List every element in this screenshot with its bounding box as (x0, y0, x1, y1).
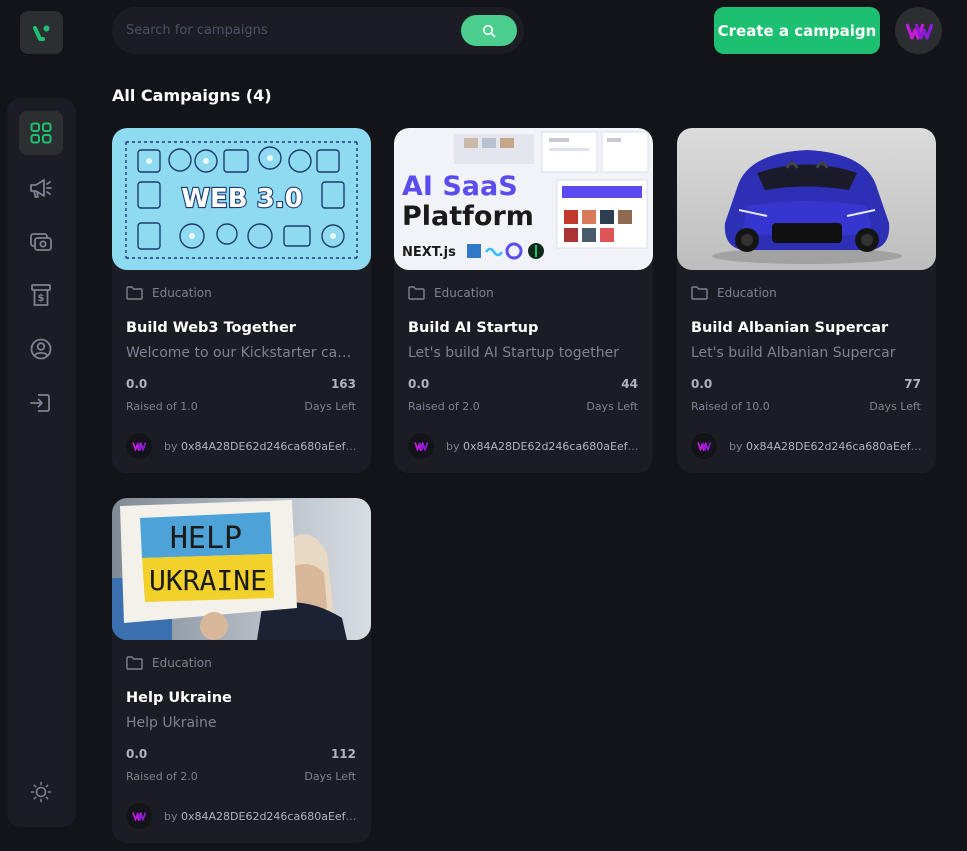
dashboard-icon (30, 122, 52, 144)
campaign-image: HELP UKRAINE (112, 498, 371, 640)
owner-address: by 0x84A28DE62d246ca680aEef0bE… (164, 439, 362, 453)
days-left-value: 77 (904, 377, 921, 391)
card-title: Build Web3 Together (126, 320, 296, 336)
raised-amount: 0.0 (126, 747, 148, 761)
raised-label: Raised of 10.0 (691, 400, 770, 413)
card-image-text: WEB 3.0 (181, 184, 302, 214)
search-bar (112, 7, 524, 54)
card-owner: by 0x84A28DE62d246ca680aEef0bE… (126, 803, 362, 829)
owner-address: by 0x84A28DE62d246ca680aEef0bE… (446, 439, 644, 453)
campaign-image: AI SaaS Platform NEXT.js (394, 128, 653, 270)
sidebar-item-profile[interactable] (19, 327, 63, 371)
create-campaign-button[interactable]: Create a campaign (714, 7, 880, 54)
svg-text:$: $ (38, 293, 45, 304)
category-label: Education (717, 286, 777, 300)
owner-avatar (126, 433, 152, 459)
page-title: All Campaigns (4) (112, 86, 272, 105)
owner-avatar (126, 803, 152, 829)
card-owner: by 0x84A28DE62d246ca680aEef0bE… (126, 433, 362, 459)
search-input[interactable] (126, 7, 456, 54)
folder-icon (126, 656, 143, 670)
withdraw-icon: $ (31, 284, 51, 306)
owner-avatar (408, 433, 434, 459)
card-description: Let's build AI Startup together (408, 345, 619, 361)
sidebar-item-logout[interactable] (19, 381, 63, 425)
card-category: Education (126, 656, 212, 670)
card-category: Education (691, 286, 777, 300)
payment-icon (30, 233, 52, 251)
megaphone-icon (30, 179, 52, 198)
sun-icon (30, 781, 52, 803)
raised-label: Raised of 2.0 (408, 400, 480, 413)
owner-avatar-icon (414, 442, 428, 451)
card-image-text: NEXT.js (402, 245, 456, 260)
category-label: Education (152, 656, 212, 670)
days-left-label: Days Left (304, 400, 356, 413)
theme-toggle[interactable] (20, 771, 62, 813)
owner-address: by 0x84A28DE62d246ca680aEef0bE… (729, 439, 927, 453)
card-owner: by 0x84A28DE62d246ca680aEef0bE… (408, 433, 644, 459)
folder-icon (408, 286, 425, 300)
days-left-value: 112 (330, 747, 356, 761)
category-label: Education (152, 286, 212, 300)
days-left-label: Days Left (304, 770, 356, 783)
owner-avatar-icon (697, 442, 711, 451)
card-category: Education (408, 286, 494, 300)
app-logo[interactable] (20, 11, 63, 54)
card-title: Build Albanian Supercar (691, 320, 889, 336)
card-description: Help Ukraine (126, 715, 217, 731)
profile-avatar[interactable] (895, 7, 942, 54)
days-left-value: 44 (621, 377, 638, 391)
card-owner: by 0x84A28DE62d246ca680aEef0bE… (691, 433, 927, 459)
sidebar-item-withdraw[interactable]: $ (19, 273, 63, 317)
sidebar-item-campaign[interactable] (19, 166, 63, 210)
card-image-text: Platform (402, 201, 534, 232)
card-category: Education (126, 286, 212, 300)
owner-address: by 0x84A28DE62d246ca680aEef0bE… (164, 809, 362, 823)
folder-icon (126, 286, 143, 300)
campaign-image: WEB 3.0 (112, 128, 371, 270)
raised-label: Raised of 2.0 (126, 770, 198, 783)
days-left-label: Days Left (586, 400, 638, 413)
card-description: Let's build Albanian Supercar (691, 345, 896, 361)
owner-avatar (691, 433, 717, 459)
raised-amount: 0.0 (408, 377, 430, 391)
category-label: Education (434, 286, 494, 300)
campaign-card[interactable]: AI SaaS Platform NEXT.js Education Build… (394, 128, 653, 473)
brand-avatar-icon (904, 22, 933, 40)
owner-avatar-icon (132, 442, 146, 451)
card-title: Help Ukraine (126, 690, 232, 706)
raised-amount: 0.0 (126, 377, 148, 391)
raised-amount: 0.0 (691, 377, 713, 391)
profile-icon (30, 338, 52, 360)
campaign-image (677, 128, 936, 270)
campaign-card[interactable]: HELP UKRAINE Education Help Ukraine Help… (112, 498, 371, 843)
card-image-text: HELP (170, 521, 242, 556)
card-image-text: UKRAINE (149, 564, 267, 597)
logout-icon (30, 394, 50, 412)
sidebar: $ (7, 98, 76, 827)
search-icon (482, 24, 496, 37)
folder-icon (691, 286, 708, 300)
card-title: Build AI Startup (408, 320, 539, 336)
sidebar-item-payment[interactable] (19, 220, 63, 264)
card-image-text: AI SaaS (402, 171, 518, 202)
search-button[interactable] (461, 15, 517, 46)
campaign-card[interactable]: Education Build Albanian Supercar Let's … (677, 128, 936, 473)
card-description: Welcome to our Kickstarter ca… (126, 345, 352, 361)
days-left-value: 163 (330, 377, 356, 391)
days-left-label: Days Left (869, 400, 921, 413)
sidebar-item-dashboard[interactable] (19, 111, 63, 155)
campaign-card[interactable]: WEB 3.0 Education Build Web3 Together We… (112, 128, 371, 473)
owner-avatar-icon (132, 812, 146, 821)
raised-label: Raised of 1.0 (126, 400, 198, 413)
logo-icon (32, 25, 49, 41)
